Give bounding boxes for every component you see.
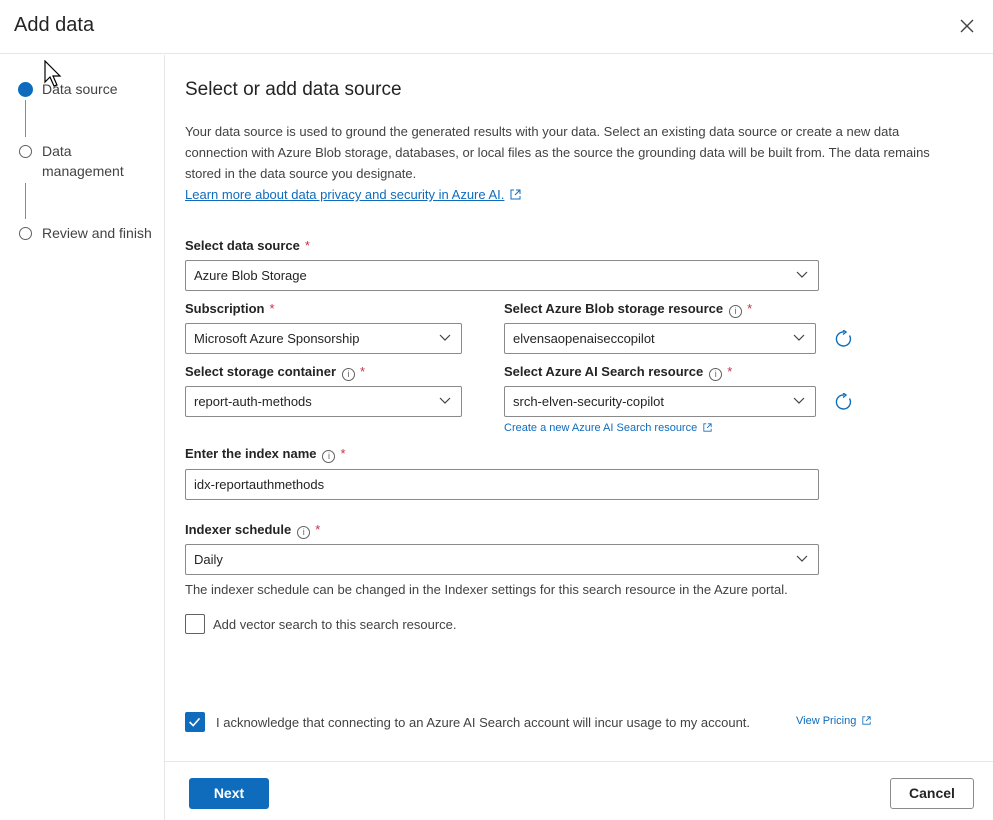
required-mark: * bbox=[315, 522, 321, 537]
external-link-icon bbox=[703, 423, 712, 432]
section-description: Your data source is used to ground the g… bbox=[185, 121, 965, 205]
checkmark-icon bbox=[189, 717, 201, 727]
storage-container-label: Select storage container i * bbox=[185, 364, 366, 381]
indexer-schedule-label: Indexer schedule i * bbox=[185, 522, 321, 539]
step-review-finish[interactable]: Review and finish bbox=[42, 223, 152, 243]
info-icon[interactable]: i bbox=[297, 526, 311, 539]
wizard-stepper: Data source Data management Review and f… bbox=[0, 55, 165, 820]
search-resource-label: Select Azure AI Search resource i * bbox=[504, 364, 733, 381]
required-mark: * bbox=[360, 364, 366, 379]
dialog-title: Add data bbox=[14, 14, 95, 36]
blob-resource-dropdown[interactable]: elvensaopenaiseccopilot bbox=[504, 323, 816, 354]
subscription-label: Subscription * bbox=[185, 301, 275, 316]
step-connector bbox=[25, 100, 26, 137]
required-mark: * bbox=[727, 364, 733, 379]
dialog-header: Add data bbox=[0, 0, 993, 54]
storage-container-value: report-auth-methods bbox=[194, 394, 312, 409]
required-mark: * bbox=[269, 301, 275, 316]
data-source-label: Select data source * bbox=[185, 238, 310, 253]
required-mark: * bbox=[304, 238, 310, 253]
index-name-input[interactable]: idx-reportauthmethods bbox=[185, 469, 819, 500]
cancel-button[interactable]: Cancel bbox=[890, 778, 974, 809]
chevron-down-icon bbox=[439, 334, 451, 341]
storage-container-dropdown[interactable]: report-auth-methods bbox=[185, 386, 462, 417]
footer-divider bbox=[165, 761, 993, 762]
acknowledge-checkbox[interactable] bbox=[185, 712, 205, 732]
indexer-schedule-dropdown[interactable]: Daily bbox=[185, 544, 819, 575]
vector-search-checkbox[interactable] bbox=[185, 614, 205, 634]
step-indicator-active bbox=[18, 82, 33, 97]
description-text: Your data source is used to ground the g… bbox=[185, 124, 930, 181]
chevron-down-icon bbox=[796, 271, 808, 278]
required-mark: * bbox=[747, 301, 753, 316]
external-link-icon bbox=[862, 716, 871, 725]
info-icon[interactable]: i bbox=[342, 368, 355, 381]
refresh-blob-icon[interactable] bbox=[835, 330, 853, 348]
mouse-cursor-icon bbox=[44, 60, 62, 87]
info-icon[interactable]: i bbox=[322, 450, 336, 463]
chevron-down-icon bbox=[793, 334, 805, 341]
step-data-management[interactable]: Data management bbox=[42, 141, 152, 181]
next-button[interactable]: Next bbox=[189, 778, 269, 809]
external-link-icon bbox=[510, 189, 521, 200]
acknowledge-label[interactable]: I acknowledge that connecting to an Azur… bbox=[216, 715, 750, 730]
close-icon[interactable] bbox=[957, 16, 977, 36]
info-icon[interactable]: i bbox=[709, 368, 723, 381]
indexer-schedule-value: Daily bbox=[194, 552, 223, 567]
create-search-resource-link[interactable]: Create a new Azure AI Search resource bbox=[504, 422, 712, 434]
step-indicator bbox=[19, 145, 32, 158]
index-name-value: idx-reportauthmethods bbox=[194, 477, 325, 492]
vector-search-label[interactable]: Add vector search to this search resourc… bbox=[213, 617, 457, 632]
indexer-schedule-hint: The indexer schedule can be changed in t… bbox=[185, 582, 788, 597]
required-mark: * bbox=[340, 446, 346, 461]
subscription-dropdown[interactable]: Microsoft Azure Sponsorship bbox=[185, 323, 462, 354]
step-connector bbox=[25, 183, 26, 219]
chevron-down-icon bbox=[793, 397, 805, 404]
search-resource-value: srch-elven-security-copilot bbox=[513, 394, 664, 409]
index-name-label: Enter the index name i * bbox=[185, 446, 346, 463]
subscription-value: Microsoft Azure Sponsorship bbox=[194, 331, 360, 346]
chevron-down-icon bbox=[439, 397, 451, 404]
blob-resource-value: elvensaopenaiseccopilot bbox=[513, 331, 655, 346]
data-source-dropdown[interactable]: Azure Blob Storage bbox=[185, 260, 819, 291]
search-resource-dropdown[interactable]: srch-elven-security-copilot bbox=[504, 386, 816, 417]
privacy-link[interactable]: Learn more about data privacy and securi… bbox=[185, 187, 504, 202]
section-heading: Select or add data source bbox=[185, 79, 402, 100]
data-source-value: Azure Blob Storage bbox=[194, 268, 307, 283]
view-pricing-link[interactable]: View Pricing bbox=[796, 715, 871, 727]
blob-resource-label: Select Azure Blob storage resource i * bbox=[504, 301, 753, 318]
chevron-down-icon bbox=[796, 555, 808, 562]
info-icon[interactable]: i bbox=[729, 305, 743, 318]
refresh-search-icon[interactable] bbox=[835, 393, 853, 411]
step-indicator bbox=[19, 227, 32, 240]
